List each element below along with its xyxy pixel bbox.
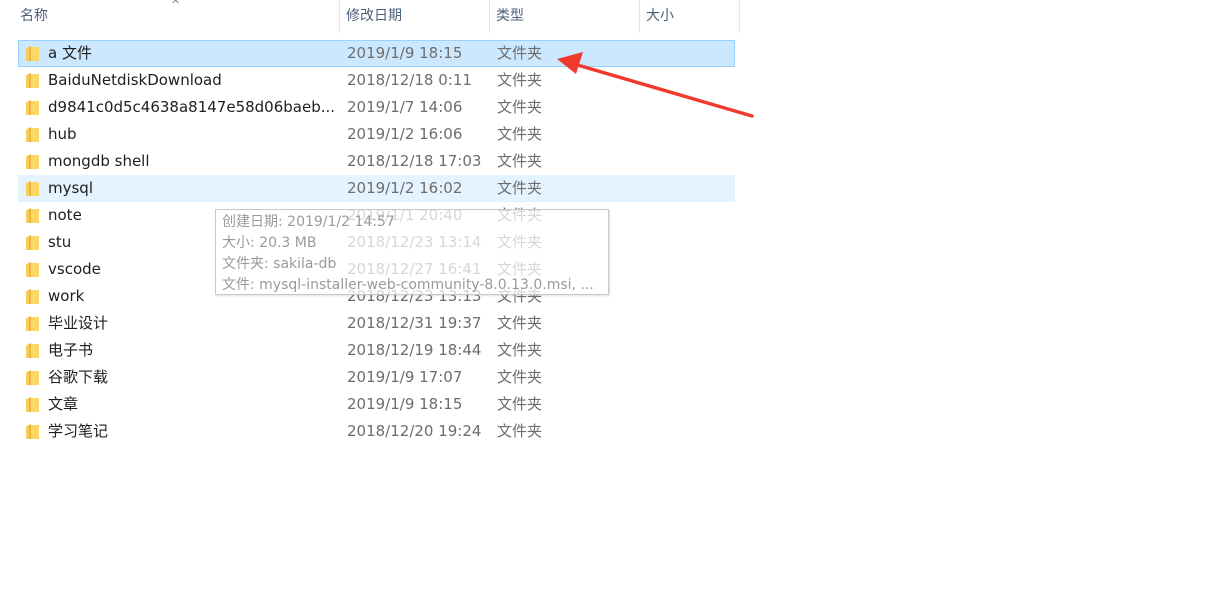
annotation-arrow — [557, 52, 754, 118]
